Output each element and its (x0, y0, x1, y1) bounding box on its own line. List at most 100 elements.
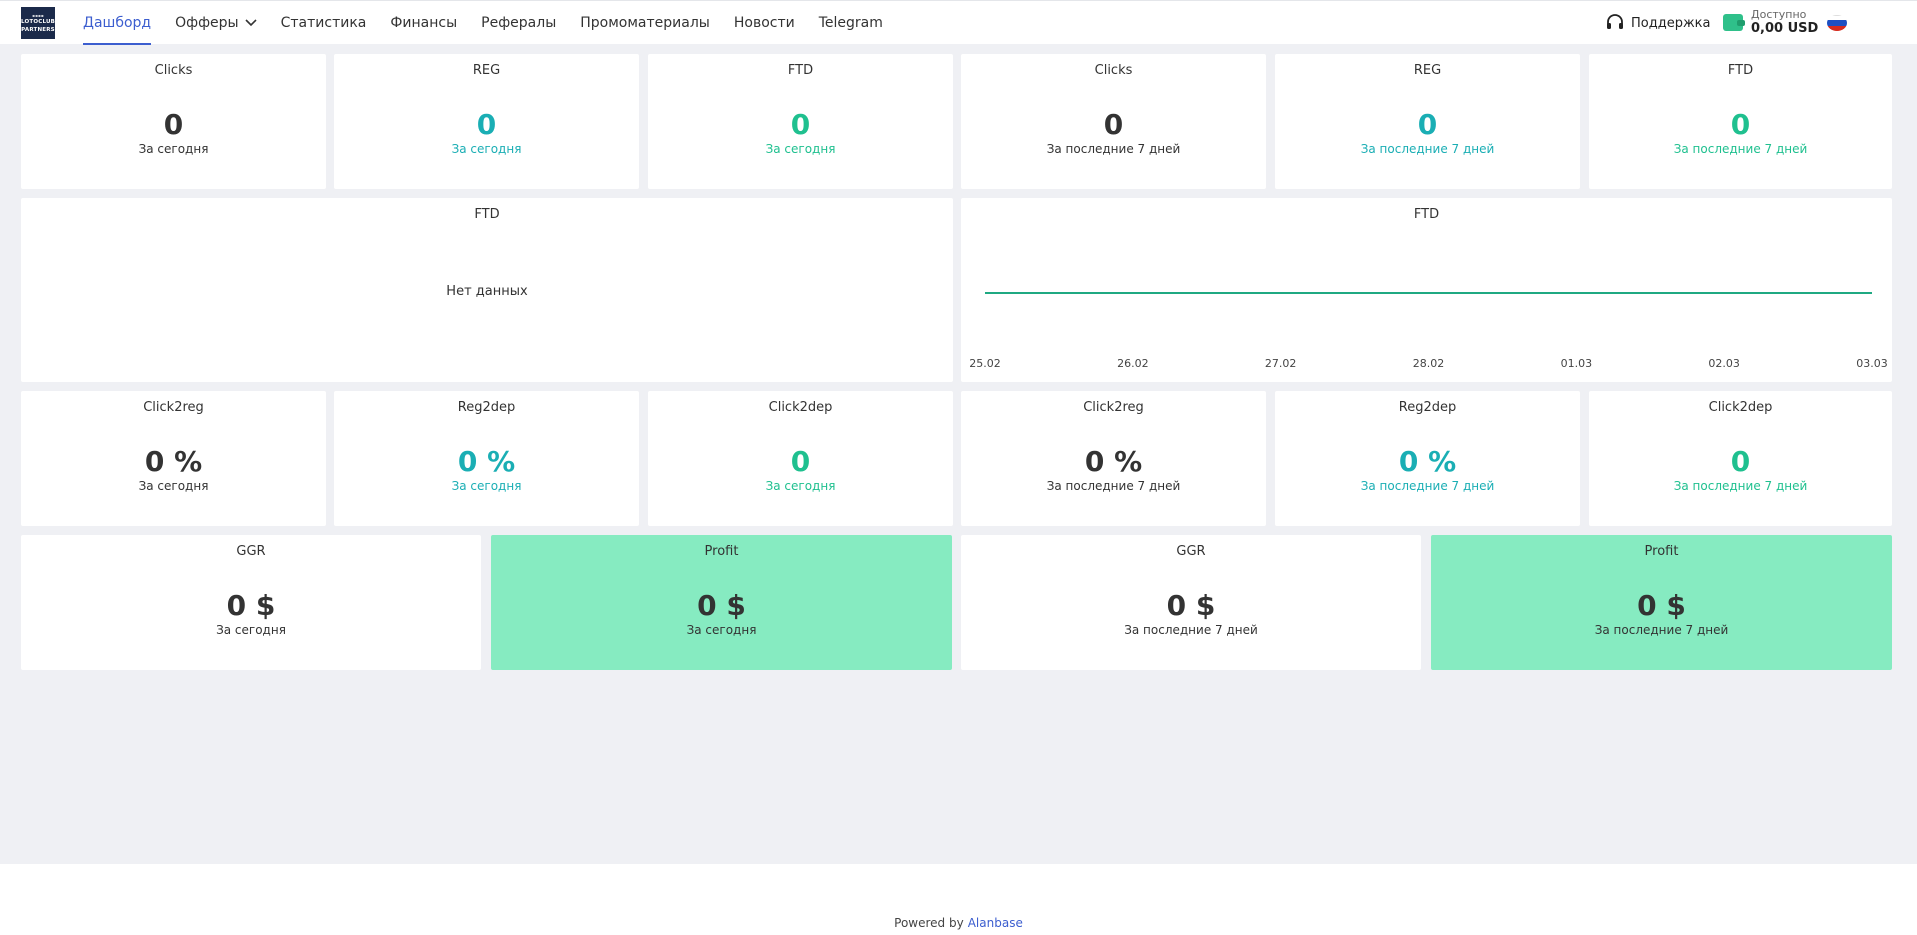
card-value: 0 $ (1166, 589, 1216, 622)
card-value: 0 % (457, 445, 516, 478)
card-title: FTD (787, 63, 814, 78)
nav-dashboard[interactable]: Дашборд (83, 1, 152, 45)
ggr-card-today: GGR 0 $ За сегодня (21, 535, 481, 670)
stat-card-click2dep-today: Click2dep 0 За сегодня (648, 391, 953, 526)
x-tick-label: 25.02 (969, 357, 1001, 370)
card-title: Click2reg (143, 400, 204, 415)
nav-label: Новости (733, 15, 795, 31)
nav-label: Дашборд (83, 15, 152, 31)
chart-title: FTD (474, 207, 500, 222)
stat-card-click2reg-today: Click2reg 0 % За сегодня (21, 391, 326, 526)
stat-card-reg2dep-today: Reg2dep 0 % За сегодня (334, 391, 639, 526)
x-tick-label: 01.03 (1561, 357, 1593, 370)
card-value: 0 % (1398, 445, 1457, 478)
card-period: За последние 7 дней (1594, 623, 1729, 637)
card-period: За последние 7 дней (1360, 479, 1495, 493)
nav-finance[interactable]: Финансы (390, 1, 457, 45)
card-title: GGR (1176, 544, 1206, 559)
card-value: 0 (476, 108, 497, 141)
card-title: Profit (704, 544, 739, 559)
logo-line-1: LOTOCLUB (21, 19, 56, 25)
wallet-icon (1723, 13, 1745, 31)
stat-card-ftd-7d: FTD 0 За последние 7 дней (1589, 54, 1892, 189)
card-period: За последние 7 дней (1360, 142, 1495, 156)
card-period: За сегодня (138, 142, 209, 156)
card-title: REG (1413, 63, 1442, 78)
nav-label: Рефералы (481, 15, 557, 31)
nav-label: Финансы (390, 15, 458, 31)
x-tick-label: 28.02 (1413, 357, 1445, 370)
stat-card-clicks-today: Clicks 0 За сегодня (21, 54, 326, 189)
main-nav: Дашборд Офферы Статистика Финансы Рефера… (83, 1, 907, 45)
stat-card-click2dep-7d: Click2dep 0 За последние 7 дней (1589, 391, 1892, 526)
ftd-chart-today-panel: FTD Нет данных (21, 198, 953, 382)
card-period: За сегодня (451, 479, 522, 493)
stat-card-ftd-today: FTD 0 За сегодня (648, 54, 953, 189)
footer-powered-by: Powered by Alanbase (0, 916, 1917, 930)
card-title: Click2dep (1708, 400, 1773, 415)
chevron-down-icon (245, 19, 257, 27)
card-value: 0 (1103, 108, 1124, 141)
ggr-card-7d: GGR 0 $ За последние 7 дней (961, 535, 1421, 670)
card-value: 0 $ (226, 589, 276, 622)
card-value: 0 % (144, 445, 203, 478)
card-period: За сегодня (765, 479, 836, 493)
card-period: За последние 7 дней (1673, 479, 1808, 493)
card-value: 0 (1730, 445, 1751, 478)
card-period: За сегодня (216, 623, 286, 637)
card-period: За сегодня (686, 623, 757, 637)
card-period: За последние 7 дней (1124, 623, 1258, 637)
nav-telegram[interactable]: Telegram (819, 1, 883, 45)
card-title: Reg2dep (457, 400, 516, 415)
card-value: 0 (1417, 108, 1438, 141)
support-link[interactable]: Поддержка (1605, 13, 1711, 33)
ftd-chart-7d-panel: FTD 25.02 26.02 27.02 28.02 01.03 02.03 03.03 (961, 198, 1892, 382)
stat-card-reg-7d: REG 0 За последние 7 дней (1275, 54, 1580, 189)
card-period: За сегодня (765, 142, 836, 156)
card-value: 0 $ (697, 589, 746, 622)
no-data-text: Нет данных (446, 284, 528, 299)
profit-card-today: Profit 0 $ За сегодня (491, 535, 952, 670)
card-value: 0 $ (1637, 589, 1686, 622)
nav-referrals[interactable]: Рефералы (481, 1, 556, 45)
balance-widget[interactable]: Доступно 0,00 USD (1723, 8, 1818, 36)
card-value: 0 (163, 108, 184, 141)
card-title: GGR (236, 544, 266, 559)
card-period: За последние 7 дней (1673, 142, 1808, 156)
logo-line-2: PARTNERS (21, 27, 55, 33)
card-title: Click2dep (768, 400, 833, 415)
card-period: За последние 7 дней (1046, 479, 1181, 493)
nav-label: Промоматериалы (580, 15, 710, 31)
card-title: Reg2dep (1398, 400, 1457, 415)
support-label: Поддержка (1631, 15, 1711, 31)
card-period: За сегодня (451, 142, 522, 156)
nav-label: Статистика (280, 15, 367, 31)
profit-card-7d: Profit 0 $ За последние 7 дней (1431, 535, 1892, 670)
stat-card-click2reg-7d: Click2reg 0 % За последние 7 дней (961, 391, 1266, 526)
powered-by-text: Powered by (894, 916, 964, 930)
nav-promo[interactable]: Промоматериалы (580, 1, 710, 45)
card-value: 0 (1730, 108, 1751, 141)
nav-statistics[interactable]: Статистика (281, 1, 367, 45)
ru-flag-icon[interactable] (1827, 15, 1847, 31)
balance-value: 0,00 USD (1751, 21, 1819, 36)
nav-label: Telegram (818, 15, 883, 31)
alanbase-link[interactable]: Alanbase (968, 916, 1023, 930)
x-tick-label: 27.02 (1265, 357, 1297, 370)
card-value: 0 (790, 445, 811, 478)
nav-offers[interactable]: Офферы (175, 1, 257, 45)
lotoclub-logo[interactable]: ▪▪▪▪ LOTOCLUB PARTNERS (21, 7, 55, 39)
ftd-line-chart: 25.02 26.02 27.02 28.02 01.03 02.03 03.03 (969, 292, 1888, 370)
top-navbar: ▪▪▪▪ LOTOCLUB PARTNERS Дашборд Офферы Ст… (0, 0, 1917, 45)
card-title: FTD (1727, 63, 1754, 78)
card-period: За сегодня (138, 479, 209, 493)
x-tick-label: 26.02 (1117, 357, 1149, 370)
card-title: Clicks (1094, 63, 1133, 78)
card-value: 0 % (1084, 445, 1143, 478)
headset-icon (1607, 14, 1623, 29)
x-tick-label: 02.03 (1708, 357, 1740, 370)
card-period: За последние 7 дней (1046, 142, 1181, 156)
nav-news[interactable]: Новости (734, 1, 795, 45)
card-title: Profit (1644, 544, 1679, 559)
card-title: Clicks (154, 63, 193, 78)
